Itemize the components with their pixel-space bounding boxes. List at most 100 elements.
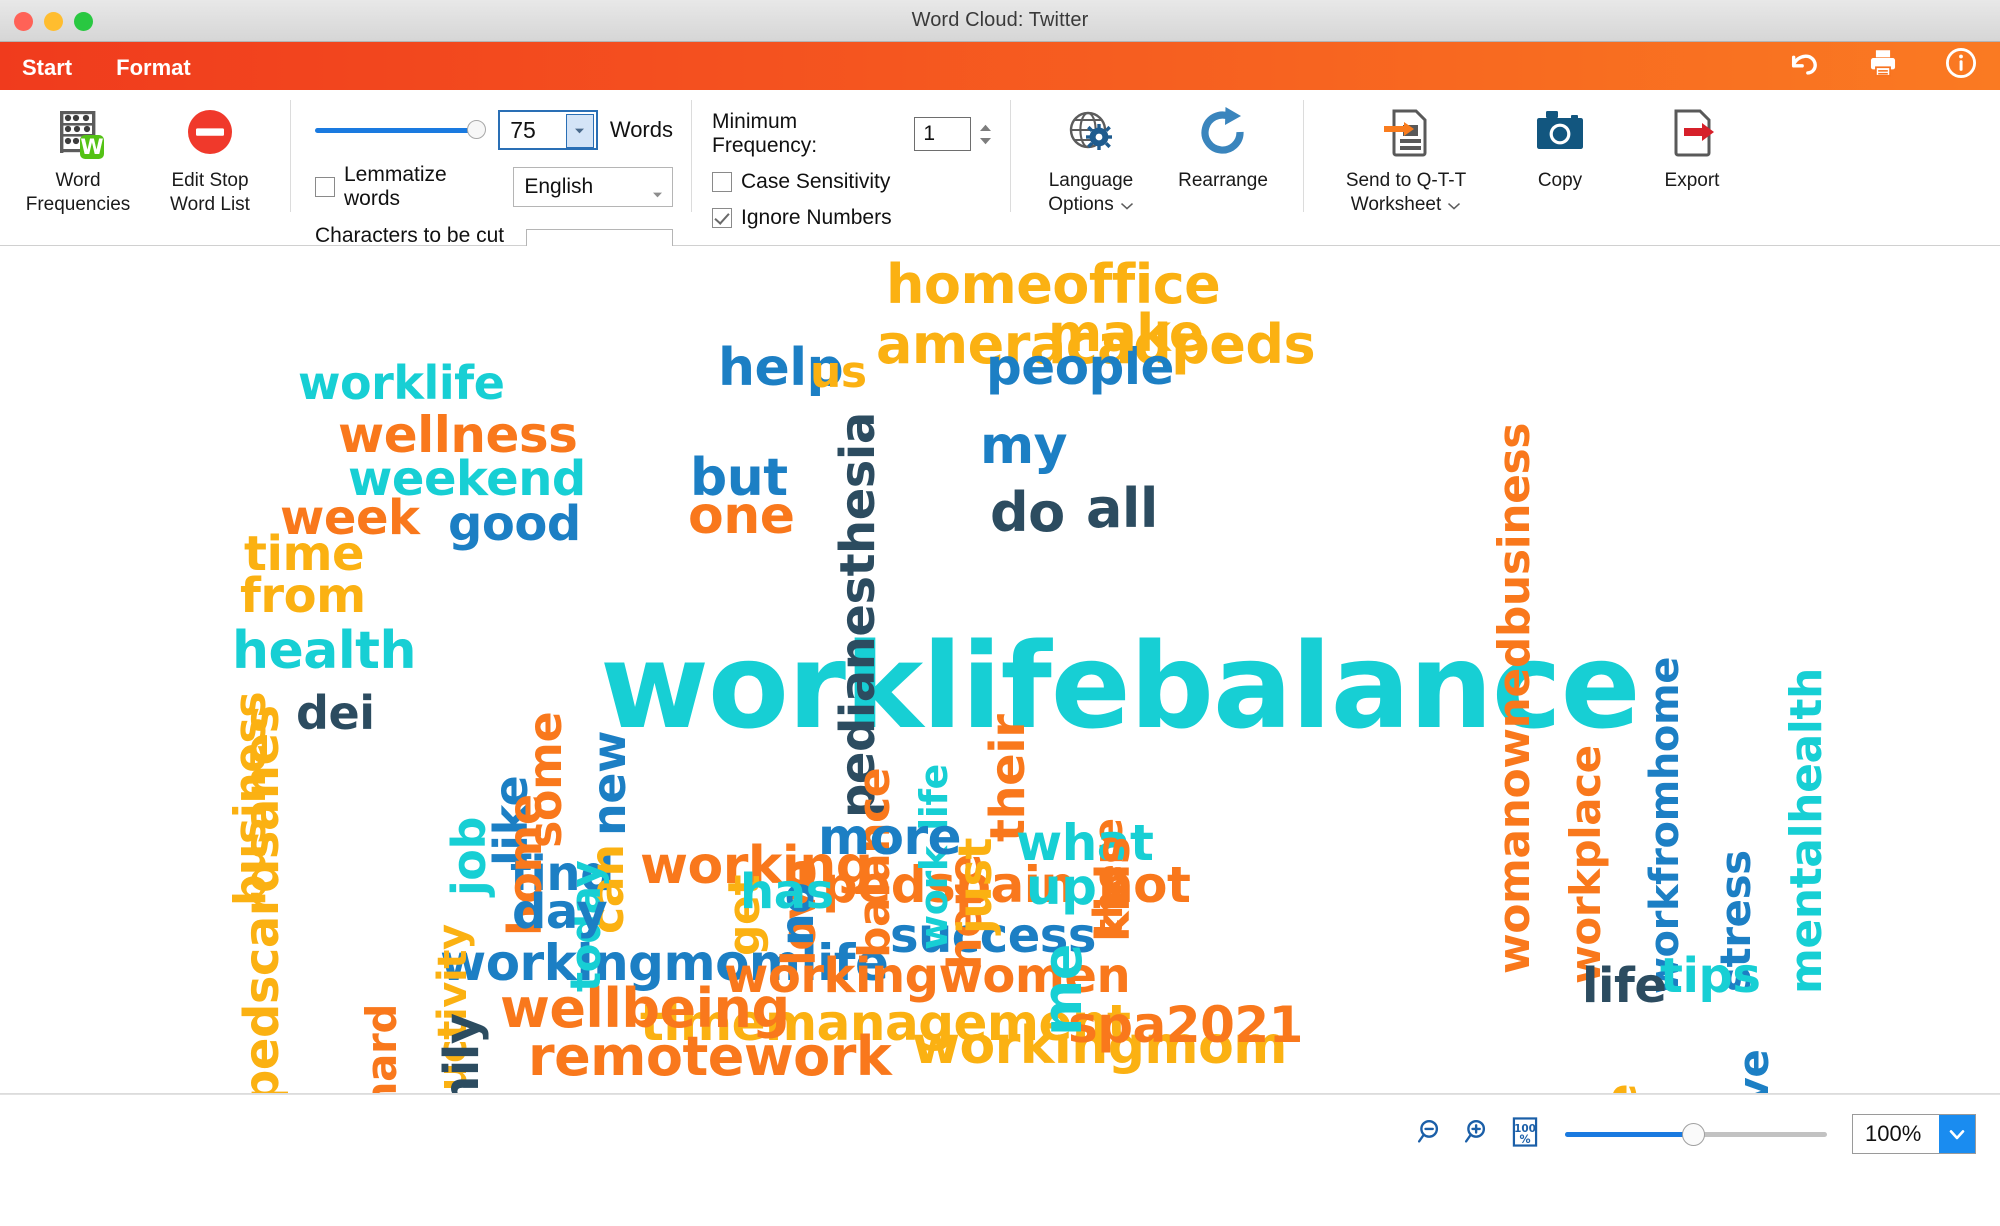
info-icon[interactable]: [1944, 46, 1978, 80]
chevron-down-icon[interactable]: [1447, 193, 1461, 217]
word-cloud-word[interactable]: family: [434, 1013, 490, 1093]
word-cloud-word[interactable]: life: [1582, 962, 1667, 1011]
ribbon-divider: [290, 100, 291, 212]
zoom-in-icon[interactable]: [1463, 1117, 1493, 1152]
word-cloud-word[interactable]: us: [810, 350, 867, 394]
word-cloud-word[interactable]: do: [990, 485, 1065, 539]
minimum-frequency-row: Minimum Frequency: 1: [712, 110, 992, 158]
minimum-frequency-stepper[interactable]: [979, 124, 992, 145]
tab-format[interactable]: Format: [94, 55, 213, 90]
export-button[interactable]: Export: [1626, 90, 1758, 193]
word-cloud-canvas[interactable]: worklifebalance homeoffice ameracadpeds ped…: [0, 246, 2000, 1094]
minimize-window-button[interactable]: [44, 11, 63, 31]
word-cloud-word[interactable]: pedianesthesia: [830, 412, 886, 818]
word-cloud-word[interactable]: from: [240, 572, 366, 621]
word-cloud-word[interactable]: tips: [1660, 952, 1761, 1001]
ribbon-group-word-settings: 75 Words Lemmatize words English Charact…: [305, 90, 677, 272]
zoom-slider-fill: [1565, 1132, 1693, 1137]
language-select[interactable]: English: [513, 167, 673, 207]
zoom-slider-knob[interactable]: [1682, 1123, 1705, 1146]
ribbon-group-language-rearrange: Language Options Rearrange: [1025, 90, 1289, 246]
svg-text:%: %: [1519, 1133, 1530, 1146]
rearrange-label: Rearrange: [1178, 170, 1268, 191]
zoom-out-icon[interactable]: [1416, 1117, 1446, 1152]
word-cloud-word[interactable]: workhard: [357, 1004, 406, 1093]
word-cloud-word[interactable]: have: [1729, 1050, 1778, 1093]
zoom-dropdown-button[interactable]: [1939, 1115, 1975, 1153]
undo-icon[interactable]: [1788, 46, 1822, 80]
word-cloud-word[interactable]: job: [442, 817, 496, 896]
word-count-input[interactable]: 75: [498, 110, 598, 150]
lemmatize-checkbox[interactable]: [315, 177, 335, 197]
word-cloud-word[interactable]: take: [1597, 1084, 1646, 1093]
zoom-slider[interactable]: [1565, 1122, 1827, 1146]
word-cloud-word[interactable]: worklifebalance: [600, 627, 1641, 745]
export-label: Export: [1664, 170, 1720, 191]
globe-gear-icon: [1063, 104, 1119, 162]
window-titlebar: Word Cloud: Twitter: [0, 0, 2000, 42]
edit-stop-word-list-button[interactable]: Edit Stop Word List: [144, 90, 276, 217]
language-select-value: English: [524, 175, 594, 198]
word-cloud-word[interactable]: workplace: [1561, 745, 1610, 984]
send-to-worksheet-button[interactable]: Send to Q-T-T Worksheet: [1318, 90, 1494, 217]
word-cloud-word[interactable]: health: [232, 625, 416, 676]
ignore-numbers-label: Ignore Numbers: [741, 206, 892, 229]
word-cloud-word[interactable]: business: [225, 692, 276, 906]
case-sensitivity-checkbox[interactable]: [712, 172, 732, 192]
word-cloud-word[interactable]: workfromhome: [1642, 657, 1688, 994]
chevron-down-icon[interactable]: [1120, 193, 1134, 217]
status-bar: 100 % 100%: [0, 1094, 2000, 1173]
word-frequencies-button[interactable]: W Word Frequencies: [12, 90, 144, 217]
word-cloud-word[interactable]: one: [688, 490, 795, 541]
word-cloud-word[interactable]: up: [1026, 862, 1097, 912]
word-cloud-word[interactable]: spa2021: [1068, 1000, 1303, 1050]
word-cloud-word[interactable]: worklife: [298, 360, 505, 406]
print-icon[interactable]: [1866, 46, 1900, 80]
tab-start[interactable]: Start: [0, 55, 95, 99]
ignore-numbers-row: Ignore Numbers: [712, 206, 992, 230]
word-count-dropdown-button[interactable]: [565, 114, 594, 148]
copy-button[interactable]: Copy: [1494, 90, 1626, 193]
word-cloud-word[interactable]: womanownedbusiness: [1489, 423, 1540, 974]
word-cloud-word[interactable]: day: [512, 888, 608, 937]
word-cloud-word[interactable]: my: [980, 420, 1068, 471]
word-cloud-application: Word Cloud: Twitter Start Format W Word …: [0, 0, 2000, 1226]
zoom-controls: 100 % 100%: [1416, 1114, 1976, 1154]
word-cloud-word[interactable]: homeoffice: [886, 257, 1221, 311]
word-cloud-word[interactable]: good: [448, 500, 581, 549]
word-count-slider[interactable]: [315, 119, 486, 141]
word-cloud-word[interactable]: has: [740, 868, 834, 917]
word-cloud-word[interactable]: wellbeing: [500, 981, 790, 1035]
word-cloud-word[interactable]: wellness: [338, 410, 578, 460]
word-cloud-word[interactable]: new: [582, 731, 636, 836]
ignore-numbers-checkbox[interactable]: [712, 208, 732, 228]
refresh-circular-arrow-icon: [1195, 104, 1251, 162]
ribbon-divider: [1010, 100, 1011, 212]
word-count-value: 75: [510, 116, 536, 143]
zoom-100-percent-icon[interactable]: 100 %: [1510, 1116, 1540, 1153]
send-document-icon: [1378, 104, 1434, 162]
rearrange-button[interactable]: Rearrange: [1157, 90, 1289, 193]
ribbon-group-frequency-settings: Minimum Frequency: 1 Case Sensitivity Ig…: [706, 90, 996, 230]
svg-text:W: W: [80, 135, 103, 159]
ribbon-divider: [691, 100, 692, 212]
word-cloud-word[interactable]: not: [1098, 860, 1191, 910]
ribbon-divider: [1303, 100, 1304, 212]
close-window-button[interactable]: [14, 11, 33, 31]
word-cloud-word[interactable]: make: [1048, 308, 1204, 359]
word-cloud-word[interactable]: mentalhealth: [1781, 668, 1832, 994]
word-cloud-word[interactable]: remotework: [528, 1029, 892, 1083]
word-cloud-word[interactable]: all: [1086, 481, 1158, 535]
zoom-level-value: 100%: [1865, 1121, 1922, 1146]
zoom-level-combobox[interactable]: 100%: [1852, 1114, 1976, 1154]
language-options-button[interactable]: Language Options: [1025, 90, 1157, 217]
slider-knob[interactable]: [467, 120, 486, 139]
word-cloud-word[interactable]: more: [818, 812, 962, 862]
minimum-frequency-input[interactable]: 1: [914, 117, 971, 151]
word-cloud-word[interactable]: just: [948, 838, 1002, 934]
word-cloud-word[interactable]: me: [1031, 944, 1094, 1036]
chevron-down-icon: [652, 181, 663, 205]
maximize-window-button[interactable]: [74, 11, 93, 31]
word-cloud-word[interactable]: dei: [296, 690, 375, 736]
send-to-worksheet-label: Send to Q-T-T Worksheet: [1345, 170, 1467, 217]
